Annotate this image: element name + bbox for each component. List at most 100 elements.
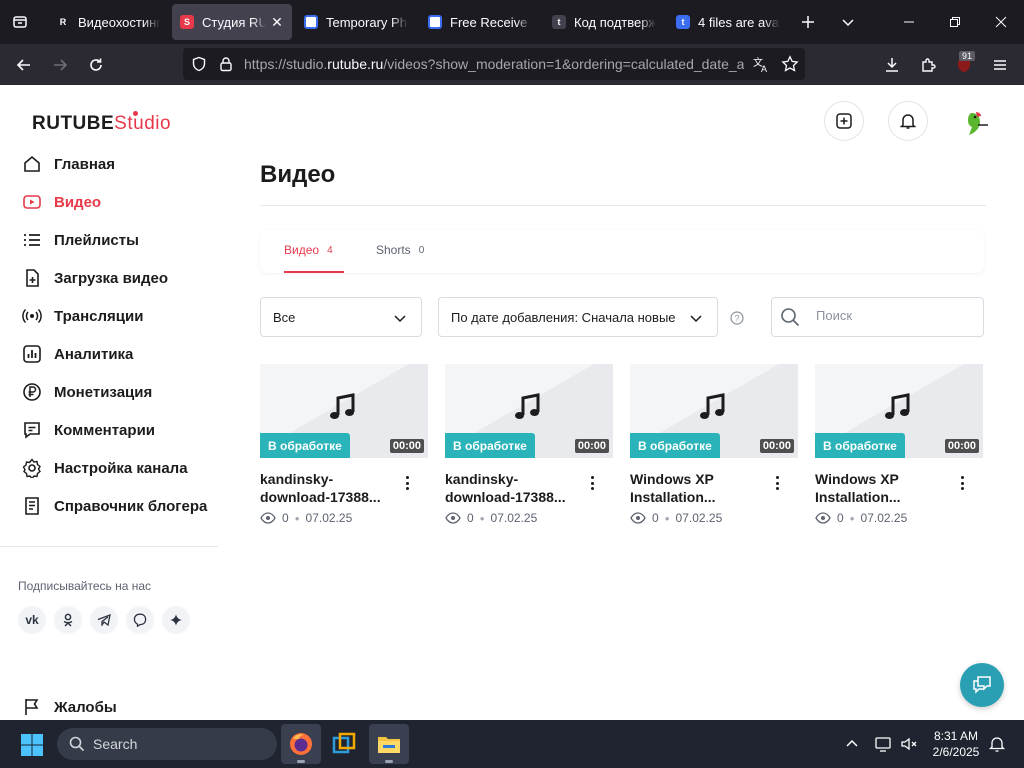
sidebar-item-help-book[interactable]: Справочник блогера [0, 487, 218, 525]
video-card[interactable]: В обработке 00:00 Windows XP Installation.… [630, 364, 798, 534]
virtualbox-icon [332, 732, 356, 754]
chevron-up-icon[interactable] [845, 737, 859, 751]
video-thumbnail[interactable]: В обработке 00:00 [815, 364, 983, 458]
taskbar-file-explorer[interactable] [369, 724, 409, 764]
reload-button[interactable] [78, 49, 114, 81]
bookmark-star-icon[interactable] [781, 55, 799, 73]
taskbar-virtualbox[interactable] [324, 724, 364, 764]
video-thumbnail[interactable]: В обработке 00:00 [630, 364, 798, 458]
tab-overview-button[interactable] [0, 0, 40, 44]
address-bar[interactable]: https://studio.rutube.ru/videos?show_mod… [183, 48, 805, 80]
video-date: 07.02.25 [860, 511, 908, 525]
list-all-tabs-button[interactable] [828, 0, 868, 44]
forward-button[interactable] [42, 49, 78, 81]
notification-bell-icon[interactable] [988, 735, 1006, 753]
search-input[interactable] [816, 308, 976, 323]
create-button[interactable] [824, 101, 864, 141]
tab-shorts[interactable]: Shorts 0 [376, 243, 424, 257]
browser-tab[interactable]: Free Receive SMS [420, 4, 540, 40]
close-icon [995, 16, 1007, 28]
sidebar-item-video[interactable]: Видео [0, 183, 218, 221]
rutube-studio-logo[interactable]: RUTUBEStudio [32, 111, 171, 135]
back-button[interactable] [6, 49, 42, 81]
app-menu-button[interactable] [982, 49, 1018, 81]
shield-icon[interactable] [191, 56, 207, 72]
tab-video-count: 4 [327, 244, 333, 256]
broadcast-icon [22, 306, 42, 326]
meta-separator: ● [849, 513, 855, 523]
video-more-options-button[interactable] [400, 472, 414, 494]
ublock-extension-button[interactable]: 91 [946, 49, 982, 81]
video-card[interactable]: В обработке 00:00 kandinsky-download-17388… [260, 364, 428, 534]
sidebar-item-playlist[interactable]: Плейлисты [0, 221, 218, 259]
puzzle-icon [922, 57, 936, 72]
extensions-button[interactable] [910, 49, 946, 81]
page-title: Видео [260, 161, 336, 188]
sidebar-item-ruble[interactable]: Монетизация [0, 373, 218, 411]
sidebar-item-home[interactable]: Главная [0, 145, 218, 183]
status-filter-select[interactable]: Все [260, 297, 422, 337]
network-icon[interactable] [874, 735, 892, 753]
video-more-options-button[interactable] [585, 472, 599, 494]
video-thumbnail[interactable]: В обработке 00:00 [260, 364, 428, 458]
avatar[interactable] [958, 107, 990, 139]
minimize-button[interactable] [886, 0, 932, 44]
dzen-social-button[interactable] [162, 606, 190, 634]
sidebar-item-complaints[interactable]: Жалобы [22, 697, 117, 717]
kebab-dot [960, 487, 964, 490]
taskbar-clock[interactable]: 8:31 AM 2/6/2025 [924, 728, 988, 760]
video-card[interactable]: В обработке 00:00 Windows XP Installation.… [815, 364, 983, 534]
lock-icon[interactable] [218, 56, 234, 72]
sidebar-item-upload[interactable]: Загрузка видео [0, 259, 218, 297]
help-circle-icon[interactable]: ? [730, 311, 744, 325]
viber-social-button[interactable] [126, 606, 154, 634]
sidebar-item-label: Настройка канала [54, 459, 188, 477]
taskbar-firefox[interactable] [281, 724, 321, 764]
video-title[interactable]: kandinsky-download-17388... [260, 470, 390, 506]
video-thumbnail[interactable]: В обработке 00:00 [445, 364, 613, 458]
restore-button[interactable] [932, 0, 978, 44]
sidebar-item-gear[interactable]: Настройка канала [0, 449, 218, 487]
volume-muted-icon[interactable] [900, 735, 918, 753]
sidebar-item-label: Видео [54, 193, 102, 211]
tab-title: Free Receive SMS [450, 14, 532, 30]
arrow-right-icon [54, 58, 68, 71]
kebab-dot [775, 481, 779, 485]
sidebar-item-comment[interactable]: Комментарии [0, 411, 218, 449]
browser-tab[interactable]: Temporary Phone [296, 4, 416, 40]
ok-social-button[interactable] [54, 606, 82, 634]
support-chat-button[interactable] [960, 663, 1004, 707]
taskbar-search[interactable]: Search [57, 728, 277, 760]
video-views: 0 [652, 511, 659, 525]
translate-icon[interactable]: 文A [752, 55, 770, 73]
browser-tab[interactable]: t Код подтверждения [544, 4, 664, 40]
video-title[interactable]: Windows XP Installation... [815, 470, 945, 506]
video-title[interactable]: Windows XP Installation... [630, 470, 760, 506]
video-more-options-button[interactable] [955, 472, 969, 494]
video-views: 0 [837, 511, 844, 525]
windows-start-icon[interactable] [20, 733, 44, 757]
telegram-social-button[interactable] [90, 606, 118, 634]
video-more-options-button[interactable] [770, 472, 784, 494]
notifications-button[interactable] [888, 101, 928, 141]
video-card[interactable]: В обработке 00:00 kandinsky-download-17388… [445, 364, 613, 534]
video-title[interactable]: kandinsky-download-17388... [445, 470, 575, 506]
tab-favicon-icon: t [552, 15, 566, 29]
chevron-down-icon [690, 315, 702, 323]
downloads-button[interactable] [874, 49, 910, 81]
new-tab-button[interactable] [788, 0, 828, 44]
tab-shorts-count: 0 [418, 244, 425, 256]
video-views: 0 [282, 511, 289, 525]
tab-video[interactable]: Видео 4 [284, 243, 333, 257]
close-window-button[interactable] [978, 0, 1024, 44]
sort-select[interactable]: По дате добавления: Сначала новые [438, 297, 718, 337]
browser-tab[interactable]: t 4 files are available [668, 4, 788, 40]
meta-separator: ● [664, 513, 670, 523]
url-text: https://studio.rutube.ru/videos?show_mod… [244, 56, 744, 72]
browser-tab[interactable]: R Видеохостинг [48, 4, 168, 40]
sidebar-item-analytics[interactable]: Аналитика [0, 335, 218, 373]
vk-social-button[interactable]: vk [18, 606, 46, 634]
sidebar-item-broadcast[interactable]: Трансляции [0, 297, 218, 335]
browser-tab[interactable]: S Студия RUTUBE✕ [172, 4, 292, 40]
tab-close-icon[interactable]: ✕ [270, 14, 284, 31]
